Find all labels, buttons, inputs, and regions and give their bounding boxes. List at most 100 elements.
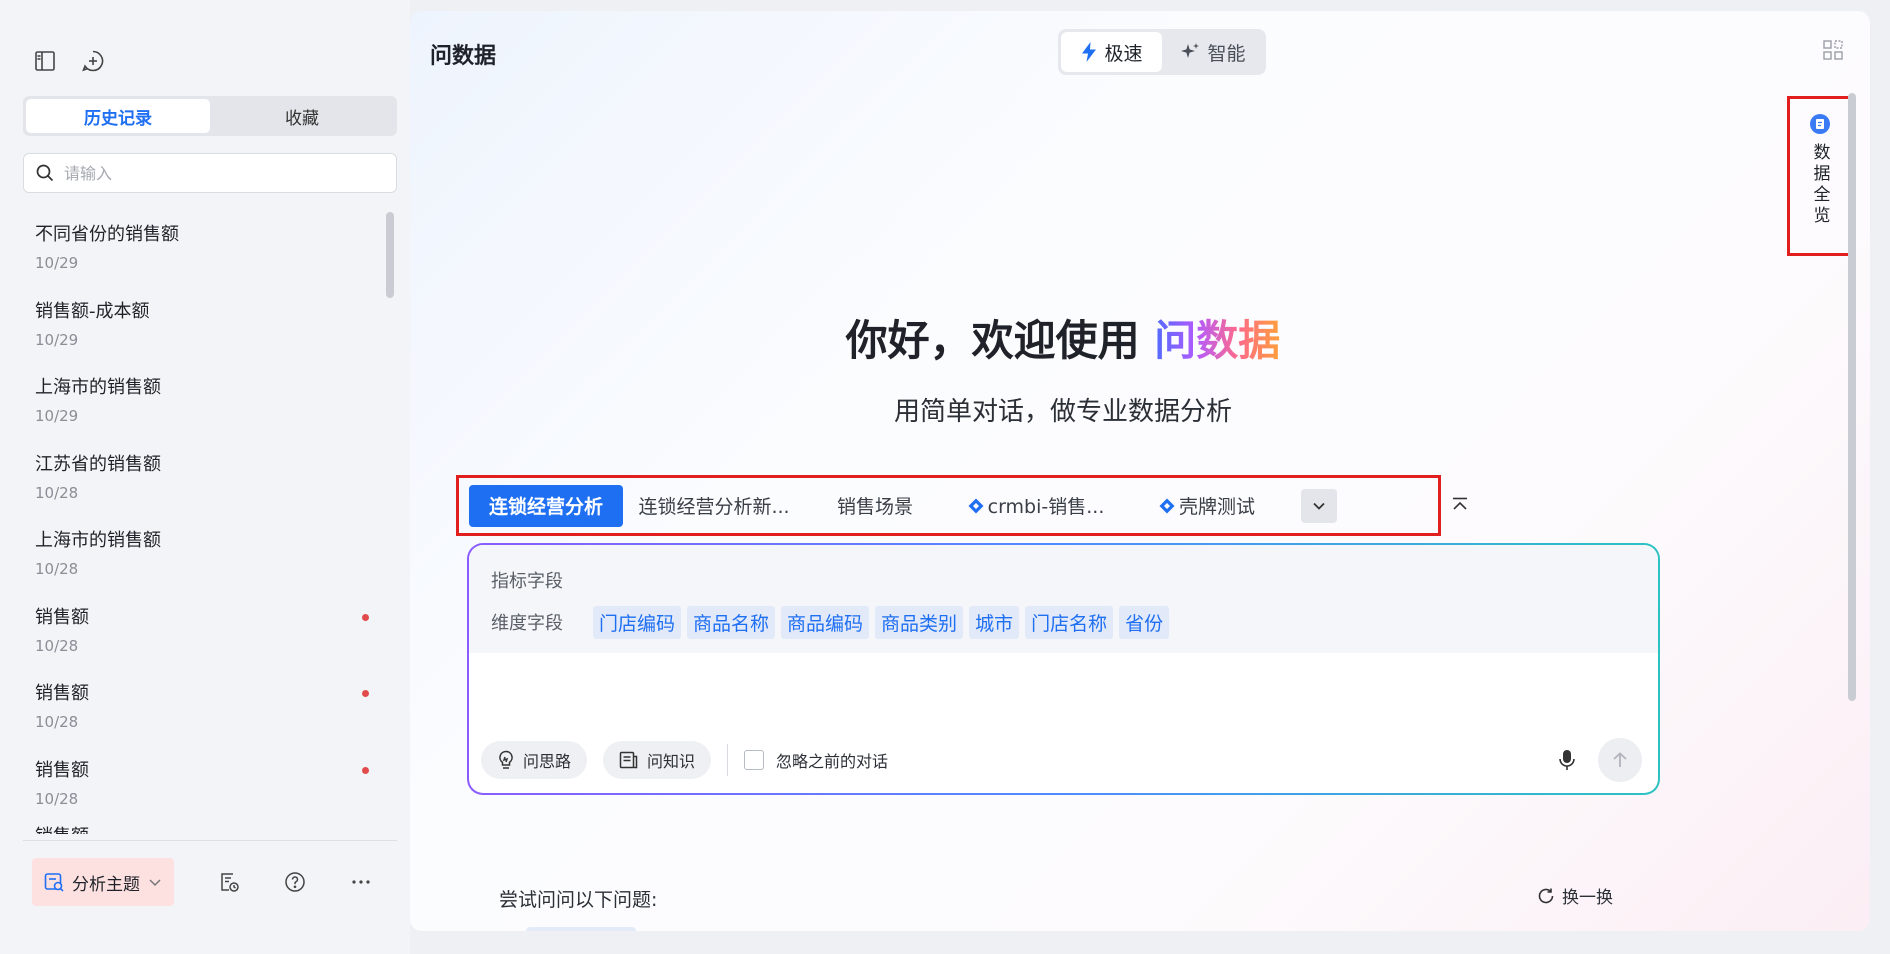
ask-idea-button[interactable]: 问思路 <box>481 741 588 779</box>
topic-tabs: 连锁经营分析 连锁经营分析新... 销售场景 crmbi-销售... 壳牌测试 <box>456 475 1441 536</box>
sparkle-icon <box>1181 43 1200 58</box>
data-overview-label: 数据全览 <box>1809 143 1830 227</box>
more-icon[interactable] <box>348 869 374 895</box>
mode-fast[interactable]: 极速 <box>1061 32 1162 72</box>
unread-dot <box>362 613 369 621</box>
history-item-date: 10/29 <box>35 330 79 349</box>
question-input-area[interactable]: 指标字段 维度字段 门店编码 商品名称 商品编码 商品类别 城市 门店名称 省份 问思路 问… <box>469 545 1658 793</box>
history-item-date: 10/28 <box>35 713 79 731</box>
microphone-icon[interactable] <box>1558 749 1576 775</box>
mode-smart[interactable]: 智能 <box>1162 32 1263 72</box>
history-list: 不同省份的销售额 10/29 销售额-成本额 10/29 上海市的销售额 10/29 江苏省… <box>23 212 383 840</box>
history-item[interactable]: 不同省份的销售额 10/29 <box>23 212 383 289</box>
lightbulb-icon <box>499 750 513 769</box>
history-item[interactable]: 销售额 10/28 <box>23 748 383 825</box>
history-item-title: 上海市的销售额 <box>35 530 161 551</box>
field-panel: 指标字段 维度字段 门店编码 商品名称 商品编码 商品类别 城市 门店名称 省份 <box>469 545 1658 653</box>
history-item-partial[interactable]: 销售额 <box>23 824 383 834</box>
topic-tab-label: 销售场景 <box>836 496 913 518</box>
metric-field-label: 指标字段 <box>491 571 563 592</box>
history-item-title: 销售额-成本额 <box>35 300 150 322</box>
page-title: 问数据 <box>430 44 497 69</box>
analysis-theme-icon <box>44 873 64 892</box>
dimension-chip[interactable]: 商品编码 <box>781 605 870 639</box>
topic-tab-label: crmbi-销售... <box>987 496 1105 518</box>
dimension-chip[interactable]: 城市 <box>969 605 1020 639</box>
refresh-label: 换一换 <box>1562 888 1613 908</box>
document-icon <box>619 751 638 769</box>
send-button[interactable] <box>1598 738 1642 782</box>
history-item-title: 江苏省的销售额 <box>35 453 161 475</box>
ask-knowledge-button[interactable]: 问知识 <box>603 741 712 779</box>
layout-grid-icon[interactable] <box>1822 39 1844 65</box>
data-overview-button[interactable]: 数据全览 <box>1787 96 1853 256</box>
sidebar-top-icons <box>32 48 106 74</box>
diamond-icon <box>1159 498 1175 513</box>
dimension-chip[interactable]: 门店编码 <box>593 605 682 639</box>
history-item[interactable]: 上海市的销售额 10/29 <box>23 365 383 442</box>
analysis-theme-button[interactable]: 分析主题 <box>32 858 174 906</box>
topic-tab[interactable]: 连锁经营分析新... <box>629 485 799 527</box>
topic-tab[interactable]: crmbi-销售... <box>951 485 1121 527</box>
refresh-icon <box>1538 888 1554 903</box>
tab-history[interactable]: 历史记录 <box>26 99 210 133</box>
main-panel: 问数据 极速 智能 数据全览 你好，欢迎使用 问数据 用简单对话，做专业数据分析… <box>410 11 1870 931</box>
topic-tab-label: 连锁经营分析 <box>488 496 603 518</box>
tab-favorites[interactable]: 收藏 <box>210 99 394 133</box>
history-item-date: 10/28 <box>35 789 79 808</box>
history-scrollbar[interactable] <box>386 212 394 298</box>
toolbar-divider <box>727 744 729 776</box>
collapse-icon[interactable] <box>1450 496 1470 516</box>
history-item[interactable]: 销售额 10/28 <box>23 671 383 748</box>
topic-tab[interactable]: 壳牌测试 <box>1127 485 1287 527</box>
ignore-previous-label: 忽略之前的对话 <box>776 752 889 771</box>
welcome-heading: 你好，欢迎使用 问数据 <box>410 307 1716 368</box>
history-item-date: 10/28 <box>35 636 79 655</box>
checkbox-box[interactable] <box>744 750 765 770</box>
history-item[interactable]: 销售额 10/28 <box>23 595 383 672</box>
chevron-down-icon <box>149 879 161 887</box>
search-input[interactable] <box>64 163 364 183</box>
sidebar-bottom-icons <box>216 869 374 895</box>
chevron-down-icon <box>1313 502 1325 510</box>
sidebar-toggle-icon[interactable] <box>32 48 58 74</box>
mode-fast-label: 极速 <box>1104 42 1143 65</box>
ask-idea-label: 问思路 <box>523 752 572 771</box>
history-item-title: 不同省份的销售额 <box>35 224 179 245</box>
dimension-chip[interactable]: 省份 <box>1119 605 1170 639</box>
metric-field-row: 指标字段 <box>491 563 1636 597</box>
suggestion-peek <box>526 927 636 931</box>
suggestions-label: 尝试问问以下问题: <box>499 889 658 911</box>
history-search <box>23 153 397 193</box>
topic-tab[interactable]: 连锁经营分析 <box>469 484 623 527</box>
history-item-date: 10/28 <box>35 560 79 578</box>
sidebar-bottom-bar: 分析主题 <box>32 858 392 906</box>
topic-tab[interactable]: 销售场景 <box>805 485 945 527</box>
lightning-icon <box>1082 42 1097 62</box>
topic-tab-label: 连锁经营分析新... <box>638 496 790 518</box>
dimension-chip[interactable]: 门店名称 <box>1025 605 1114 639</box>
dimension-chip[interactable]: 商品名称 <box>687 605 776 639</box>
main-scrollbar[interactable] <box>1848 93 1856 701</box>
dimension-field-label: 维度字段 <box>491 613 563 634</box>
ignore-previous-checkbox[interactable]: 忽略之前的对话 <box>744 748 888 772</box>
unread-dot <box>362 766 369 774</box>
data-overview-icon <box>1810 114 1830 134</box>
arrow-up-icon <box>1613 752 1627 767</box>
refresh-suggestions-button[interactable]: 换一换 <box>1536 883 1613 908</box>
diamond-icon <box>968 498 984 513</box>
history-item[interactable]: 江苏省的销售额 10/28 <box>23 442 383 519</box>
sidebar-divider <box>23 840 397 841</box>
new-chat-icon[interactable] <box>80 48 106 74</box>
mode-smart-label: 智能 <box>1207 42 1246 65</box>
input-toolbar: 问思路 问知识 忽略之前的对话 <box>481 741 888 779</box>
welcome-brand: 问数据 <box>1154 316 1281 365</box>
history-item[interactable]: 销售额-成本额 10/29 <box>23 289 383 366</box>
dimension-chip[interactable]: 商品类别 <box>875 605 964 639</box>
history-item[interactable]: 上海市的销售额 10/28 <box>23 518 383 595</box>
history-manage-icon[interactable] <box>216 869 242 895</box>
sidebar: 历史记录 收藏 不同省份的销售额10/29 销售额-成本额 10/29 上海市的销售额… <box>0 0 410 954</box>
history-item-title: 上海市的销售额 <box>35 377 161 398</box>
help-icon[interactable] <box>282 869 308 895</box>
topic-more-button[interactable] <box>1301 488 1337 523</box>
